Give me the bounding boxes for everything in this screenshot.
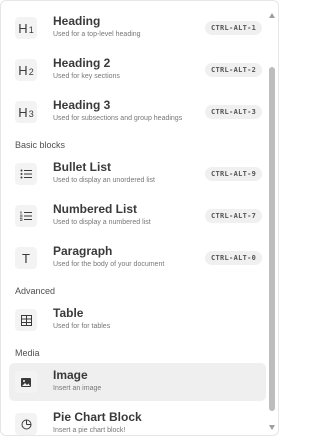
menu-item-title: Heading 3 — [53, 98, 111, 112]
menu-item-description: Used for the body of your document — [53, 261, 165, 268]
menu-item-title: Image — [53, 368, 88, 382]
shortcut-badge: CTRL-ALT-2 — [205, 63, 263, 77]
menu-item-numbered-list[interactable]: Numbered List Used to display a numbered… — [9, 197, 266, 235]
shortcut-badge: CTRL-ALT-1 — [205, 21, 263, 35]
paragraph-icon: T — [15, 247, 37, 269]
menu-item-bullet-list[interactable]: Bullet List Used to display an unordered… — [9, 155, 266, 193]
menu-item-text: Bullet List Used to display an unordered… — [53, 160, 213, 186]
menu-item-title: Bullet List — [53, 160, 112, 174]
menu-item-paragraph[interactable]: T Paragraph Used for the body of your do… — [9, 239, 266, 277]
menu-item-text: Numbered List Used to display a numbered… — [53, 202, 213, 228]
menu-item-text: Pie Chart Block Insert a pie chart block… — [53, 410, 213, 435]
bullet-list-icon — [15, 163, 37, 185]
numbered-list-icon — [15, 205, 37, 227]
menu-item-title: Numbered List — [53, 202, 138, 216]
menu-item-title: Heading 2 — [53, 56, 111, 70]
menu-item-heading-2[interactable]: H2 Heading 2 Used for key sections CTRL-… — [9, 51, 266, 89]
scroll-up-arrow-icon[interactable] — [269, 13, 275, 18]
section-header-media: Media — [15, 348, 40, 358]
section-header-advanced: Advanced — [15, 286, 56, 296]
menu-item-title: Table — [53, 306, 84, 320]
pie-chart-icon — [15, 413, 37, 435]
menu-item-text: Heading 2 Used for key sections — [53, 56, 213, 82]
menu-item-description: Used for for tables — [53, 323, 111, 330]
menu-item-text: Table Used for for tables — [53, 306, 213, 332]
menu-item-table[interactable]: Table Used for for tables — [9, 301, 266, 339]
menu-item-heading[interactable]: H1 Heading Used for a top-level heading … — [9, 9, 266, 47]
scrollbar-thumb[interactable] — [269, 67, 275, 411]
menu-item-description: Used for key sections — [53, 73, 120, 80]
section-header-basic-blocks: Basic blocks — [15, 140, 66, 150]
menu-item-title: Paragraph — [53, 244, 113, 258]
menu-item-description: Used for subsections and group headings — [53, 115, 183, 122]
menu-item-text: Image Insert an image — [53, 368, 213, 394]
menu-items-list: H1 Heading Used for a top-level heading … — [9, 9, 266, 435]
shortcut-badge: CTRL-ALT-9 — [205, 167, 263, 181]
menu-item-description: Used for a top-level heading — [53, 31, 141, 38]
menu-item-pie-chart-block[interactable]: Pie Chart Block Insert a pie chart block… — [9, 405, 266, 435]
shortcut-badge: CTRL-ALT-3 — [205, 105, 263, 119]
shortcut-badge: CTRL-ALT-0 — [205, 251, 263, 265]
heading-1-icon: H1 — [15, 17, 37, 39]
vertical-scrollbar[interactable] — [268, 9, 276, 433]
heading-3-icon: H3 — [15, 101, 37, 123]
menu-item-text: Paragraph Used for the body of your docu… — [53, 244, 213, 270]
scroll-down-arrow-icon[interactable] — [269, 425, 275, 430]
menu-item-description: Used to display an unordered list — [53, 177, 155, 184]
menu-item-image[interactable]: Image Insert an image — [9, 363, 266, 401]
menu-item-title: Pie Chart Block — [53, 410, 142, 424]
image-icon — [15, 371, 37, 393]
slash-command-menu: H1 Heading Used for a top-level heading … — [0, 0, 279, 436]
menu-item-title: Heading — [53, 14, 101, 28]
menu-item-text: Heading Used for a top-level heading — [53, 14, 213, 40]
heading-2-icon: H2 — [15, 59, 37, 81]
menu-item-text: Heading 3 Used for subsections and group… — [53, 98, 213, 124]
menu-item-description: Used to display a numbered list — [53, 219, 151, 226]
menu-item-description: Insert an image — [53, 385, 102, 392]
table-icon — [15, 309, 37, 331]
shortcut-badge: CTRL-ALT-7 — [205, 209, 263, 223]
menu-item-heading-3[interactable]: H3 Heading 3 Used for subsections and gr… — [9, 93, 266, 131]
menu-item-description: Insert a pie chart block! — [53, 427, 126, 434]
